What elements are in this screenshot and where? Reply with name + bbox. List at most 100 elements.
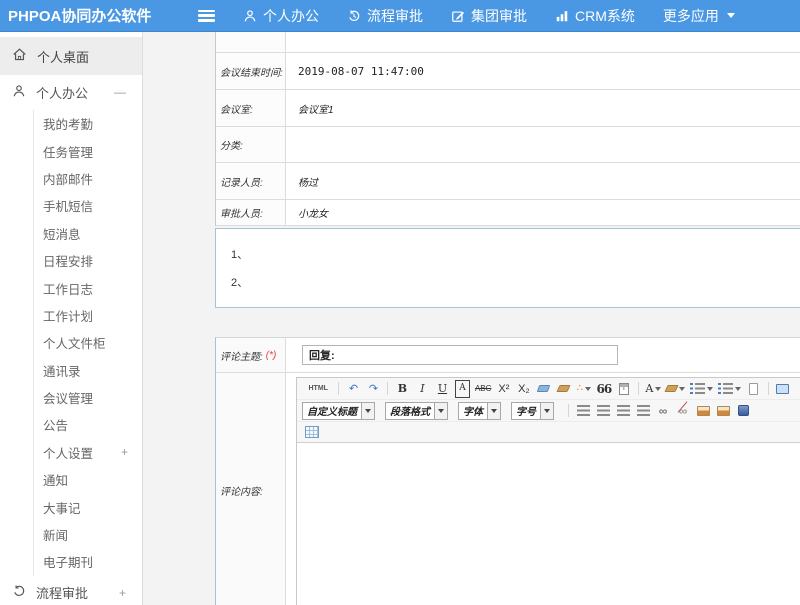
sidebar-item-sms[interactable]: 手机短信 (34, 192, 142, 219)
font-size-select[interactable]: 字号 (511, 402, 554, 420)
comment-content-textarea[interactable] (297, 443, 800, 605)
new-page-icon[interactable] (746, 380, 761, 398)
table-row (216, 32, 800, 53)
clean-format-brush-icon[interactable] (556, 380, 571, 398)
font-color-dropdown[interactable]: A (645, 380, 661, 398)
redo-icon[interactable]: ↷ (366, 380, 381, 398)
sidebar-group-label: 个人办公 (36, 83, 88, 102)
nav-group-approval[interactable]: 集团审批 (451, 6, 527, 26)
table-row-meeting-room: 会议室: 会议室1 (216, 90, 800, 127)
heading-select[interactable]: 自定义标题 (302, 402, 375, 420)
sidebar-item-news[interactable]: 新闻 (34, 521, 142, 548)
chevron-down-icon (540, 403, 553, 419)
field-value: 小龙女 (286, 200, 800, 225)
blockquote-button[interactable]: 66 (596, 380, 611, 398)
unordered-list-dropdown[interactable] (718, 380, 741, 398)
expand-icon[interactable]: + (121, 445, 128, 459)
chevron-down-icon (434, 403, 447, 419)
undo-icon[interactable]: ↶ (346, 380, 361, 398)
sidebar-item-task-management[interactable]: 任务管理 (34, 137, 142, 164)
align-right-icon[interactable] (616, 402, 631, 420)
field-label: 评论内容: (216, 373, 286, 605)
insert-image-icon[interactable] (696, 402, 711, 420)
insert-table-icon[interactable] (305, 423, 320, 441)
font-family-select[interactable]: 字体 (458, 402, 501, 420)
chevron-down-icon (487, 403, 500, 419)
table-row-meeting-end-time: 会议结束时间: 2019-08-07 11:47:00 (216, 53, 800, 90)
person-icon (243, 9, 257, 23)
sidebar-item-announcement[interactable]: 公告 (34, 411, 142, 438)
eraser-icon[interactable] (536, 380, 551, 398)
expand-icon[interactable]: + (119, 586, 126, 600)
sidebar-group-personal-office[interactable]: 个人办公 — (0, 75, 142, 109)
sidebar-item-short-message[interactable]: 短消息 (34, 220, 142, 247)
comment-subject-input[interactable] (302, 345, 618, 365)
chevron-down-icon (727, 13, 735, 18)
sidebar-item-label: 个人桌面 (37, 47, 89, 66)
italic-button[interactable]: I (415, 380, 430, 398)
edit-icon (451, 9, 465, 23)
editor-toolbar-row-1: HTML ↶ ↷ B I U A ABC X² X₂ (297, 378, 800, 400)
nav-label: 个人办公 (263, 6, 319, 26)
nav-more-apps[interactable]: 更多应用 (663, 6, 735, 26)
sidebar-group-label: 流程审批 (36, 583, 88, 602)
sidebar-item-meeting-management[interactable]: 会议管理 (34, 384, 142, 411)
bold-button[interactable]: B (395, 380, 410, 398)
minutes-line: 2、 (231, 269, 800, 297)
sidebar-item-work-log[interactable]: 工作日志 (34, 274, 142, 301)
history-icon (347, 9, 361, 23)
fullscreen-icon[interactable] (775, 380, 790, 398)
nav-personal-office[interactable]: 个人办公 (243, 6, 319, 26)
nav-crm-system[interactable]: CRM系统 (555, 6, 635, 26)
remove-link-icon[interactable]: ∞ (676, 402, 691, 420)
sidebar-group-workflow-approval[interactable]: 流程审批 + (0, 576, 142, 605)
sidebar-item-contacts[interactable]: 通讯录 (34, 357, 142, 384)
source-code-button[interactable]: HTML (305, 380, 332, 398)
main-content: 会议结束时间: 2019-08-07 11:47:00 会议室: 会议室1 分类… (144, 32, 800, 605)
field-value (286, 127, 800, 162)
sidebar-item-notice[interactable]: 通知 (34, 466, 142, 493)
strikethrough-button[interactable]: ABC (475, 380, 491, 398)
nav-label: 集团审批 (471, 6, 527, 26)
required-mark: (*) (266, 350, 277, 361)
image-album-icon[interactable] (716, 402, 731, 420)
nav-workflow-approval[interactable]: 流程审批 (347, 6, 423, 26)
align-left-icon[interactable] (576, 402, 591, 420)
sidebar-item-internal-mail[interactable]: 内部邮件 (34, 165, 142, 192)
table-row-approver: 审批人员: 小龙女 (216, 200, 800, 226)
main-nav: 个人办公 流程审批 集团审批 CRM系统 更多应用 (243, 6, 763, 26)
history-icon (12, 584, 26, 601)
app-window: PHPOA协同办公软件 个人办公 流程审批 集团审批 (0, 0, 800, 605)
home-icon (12, 47, 27, 65)
sidebar-item-e-journal[interactable]: 电子期刊 (34, 548, 142, 575)
menu-toggle-icon[interactable] (198, 10, 215, 22)
sidebar-item-memorabilia[interactable]: 大事记 (34, 493, 142, 520)
format-painter-dropdown[interactable]: ∴ (576, 380, 591, 398)
align-center-icon[interactable] (596, 402, 611, 420)
nav-label: CRM系统 (575, 6, 635, 26)
field-label: 分类: (216, 127, 286, 162)
paste-icon[interactable]: T (616, 380, 631, 398)
sidebar-item-work-plan[interactable]: 工作计划 (34, 302, 142, 329)
insert-media-icon[interactable] (736, 402, 751, 420)
meeting-minutes-box: 1、 2、 (215, 228, 800, 308)
sidebar-item-personal-settings[interactable]: 个人设置+ (34, 439, 142, 466)
sidebar-item-schedule[interactable]: 日程安排 (34, 247, 142, 274)
superscript-button[interactable]: X² (496, 380, 511, 398)
font-style-button[interactable]: A (455, 380, 470, 398)
table-row-recorder: 记录人员: 杨过 (216, 163, 800, 200)
editor-toolbar-row-3 (297, 422, 800, 443)
paragraph-format-select[interactable]: 段落格式 (385, 402, 448, 420)
field-label: 记录人员: (216, 163, 286, 199)
insert-link-icon[interactable]: ∞ (656, 402, 671, 420)
justify-icon[interactable] (636, 402, 651, 420)
underline-button[interactable]: U (435, 380, 450, 398)
ordered-list-dropdown[interactable] (690, 380, 713, 398)
rich-text-editor: HTML ↶ ↷ B I U A ABC X² X₂ (296, 377, 800, 605)
sidebar-item-attendance[interactable]: 我的考勤 (34, 110, 142, 137)
sidebar-item-personal-desktop[interactable]: 个人桌面 (0, 37, 142, 75)
highlight-color-dropdown[interactable] (666, 380, 685, 398)
collapse-icon[interactable]: — (114, 85, 126, 99)
sidebar-item-file-cabinet[interactable]: 个人文件柜 (34, 329, 142, 356)
subscript-button[interactable]: X₂ (516, 380, 531, 398)
